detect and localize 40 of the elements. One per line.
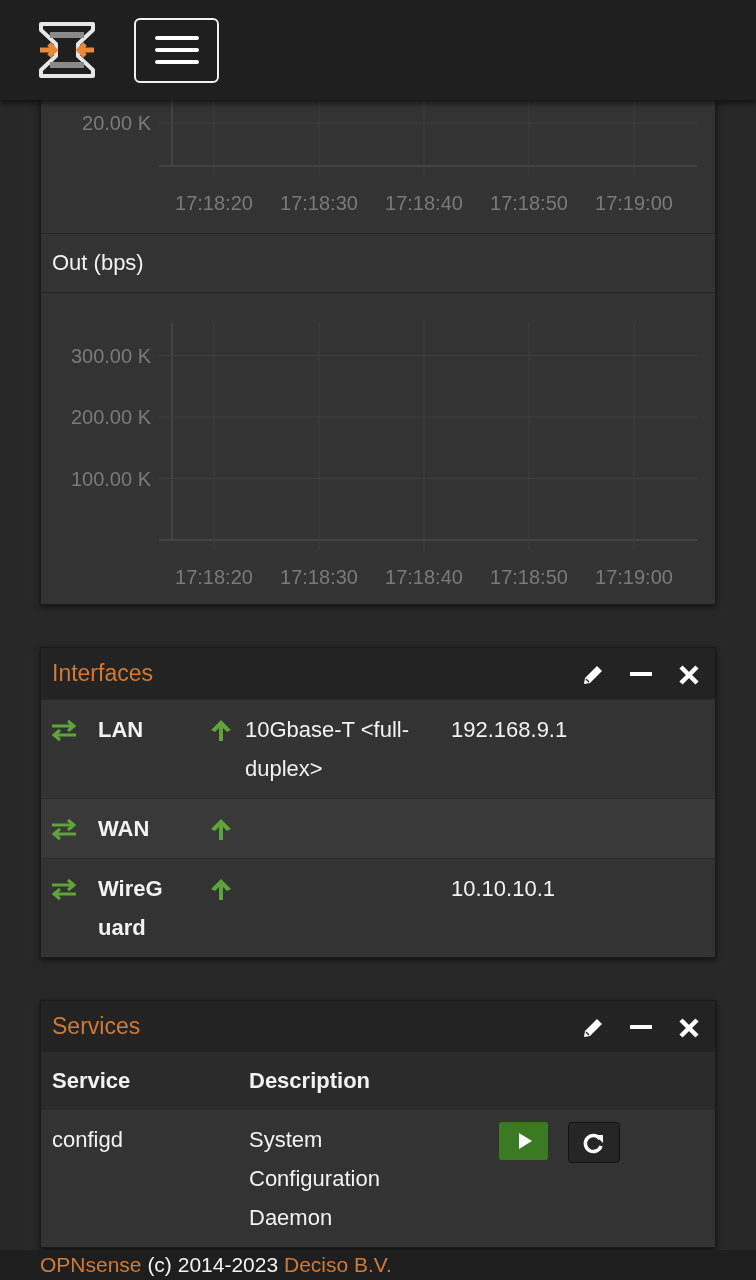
axis-label: 17:18:50 bbox=[490, 566, 568, 588]
menu-icon bbox=[154, 35, 199, 65]
copyright-text: OPNsense (c) 2014-2023 Deciso B.V. bbox=[40, 1252, 393, 1278]
service-name: configd bbox=[51, 1126, 124, 1154]
exchange-icon bbox=[50, 816, 78, 841]
axis-label: 17:18:50 bbox=[490, 192, 568, 214]
column-header: Service bbox=[51, 1068, 132, 1094]
panel-title: Services bbox=[52, 1013, 141, 1040]
logo[interactable] bbox=[38, 22, 96, 78]
axis-label: 100.00 K bbox=[70, 467, 151, 490]
interface-ip: 10.10.10.1 bbox=[451, 876, 555, 901]
restart-button[interactable] bbox=[568, 1122, 620, 1163]
panel-title: Interfaces bbox=[52, 660, 153, 687]
axis-label: 300.00 K bbox=[70, 344, 151, 367]
axis-label: 17:18:40 bbox=[385, 566, 463, 588]
exchange-icon bbox=[50, 717, 78, 742]
menu-button[interactable] bbox=[134, 17, 219, 83]
axis-label: 17:18:20 bbox=[175, 192, 253, 214]
interface-name: WAN bbox=[98, 815, 151, 843]
interface-name: LAN bbox=[98, 716, 145, 744]
axis-label: 17:18:40 bbox=[385, 192, 463, 214]
axis-label: 20.00 K bbox=[82, 112, 151, 134]
axis-label: 17:18:30 bbox=[280, 566, 358, 588]
axis-label: 17:18:30 bbox=[280, 192, 358, 214]
graph-title: Out (bps) bbox=[52, 250, 144, 276]
running-status-button[interactable] bbox=[499, 1122, 548, 1160]
axis-label: 17:19:00 bbox=[595, 566, 673, 588]
minus-icon bbox=[630, 671, 652, 676]
brand-link[interactable]: OPNsense bbox=[40, 1253, 142, 1276]
company-link[interactable]: Deciso B.V. bbox=[283, 1253, 392, 1276]
axis-label: 17:18:20 bbox=[175, 566, 253, 588]
minus-icon bbox=[630, 1024, 652, 1029]
exchange-icon bbox=[50, 876, 78, 901]
service-description: System Configuration Daemon bbox=[249, 1126, 381, 1232]
column-header: Description bbox=[249, 1068, 372, 1094]
interface-name: WireGuard bbox=[98, 875, 164, 942]
axis-label: 200.00 K bbox=[70, 406, 151, 428]
interface-ip: 192.168.9.1 bbox=[451, 717, 568, 742]
axis-label: 17:19:00 bbox=[595, 192, 673, 214]
interface-media: 10Gbase-T <full-duplex> bbox=[245, 717, 410, 781]
